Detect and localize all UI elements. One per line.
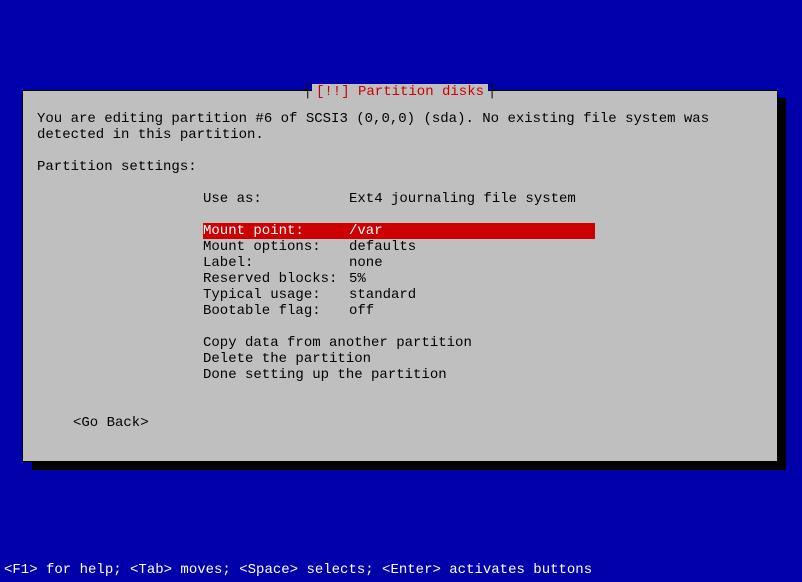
dialog-title: [!!] Partition disks: [312, 84, 488, 100]
setting-key: Bootable flag:: [203, 303, 349, 319]
dialog-description: You are editing partition #6 of SCSI3 (0…: [37, 111, 763, 143]
setting-value: off: [349, 303, 374, 319]
setting-value: 5%: [349, 271, 366, 287]
setting-row[interactable]: Label:none: [203, 255, 763, 271]
setting-key: Typical usage:: [203, 287, 349, 303]
setting-key: Reserved blocks:: [203, 271, 349, 287]
setting-row[interactable]: Delete the partition: [203, 351, 763, 367]
section-label: Partition settings:: [37, 159, 763, 175]
setting-row[interactable]: Mount point:/var: [203, 223, 595, 239]
action-label: Copy data from another partition: [203, 335, 472, 351]
setting-key: Label:: [203, 255, 349, 271]
setting-value: standard: [349, 287, 416, 303]
spacer: [203, 207, 763, 223]
setting-value: defaults: [349, 239, 416, 255]
setting-key: Mount options:: [203, 239, 349, 255]
spacer: [203, 319, 763, 335]
setting-key: Use as:: [203, 191, 349, 207]
dialog-title-bar: ┤[!!] Partition disks├: [23, 83, 777, 99]
setting-row[interactable]: Typical usage:standard: [203, 287, 763, 303]
border-right: ├: [488, 83, 496, 99]
setting-value: /var: [349, 223, 383, 239]
settings-rows: Use as:Ext4 journaling file systemMount …: [203, 191, 763, 383]
setting-row[interactable]: Bootable flag:off: [203, 303, 763, 319]
setting-key: Mount point:: [203, 223, 349, 239]
partition-dialog: ┤[!!] Partition disks├ You are editing p…: [22, 90, 778, 462]
action-label: Done setting up the partition: [203, 367, 447, 383]
setting-row[interactable]: Use as:Ext4 journaling file system: [203, 191, 763, 207]
action-label: Delete the partition: [203, 351, 371, 367]
setting-row[interactable]: Reserved blocks:5%: [203, 271, 763, 287]
status-bar: <F1> for help; <Tab> moves; <Space> sele…: [4, 562, 592, 578]
setting-row[interactable]: Done setting up the partition: [203, 367, 763, 383]
setting-value: none: [349, 255, 383, 271]
border-left: ┤: [304, 83, 312, 99]
setting-value: Ext4 journaling file system: [349, 191, 576, 207]
go-back-button[interactable]: <Go Back>: [73, 415, 763, 431]
setting-row[interactable]: Mount options:defaults: [203, 239, 763, 255]
setting-row[interactable]: Copy data from another partition: [203, 335, 763, 351]
